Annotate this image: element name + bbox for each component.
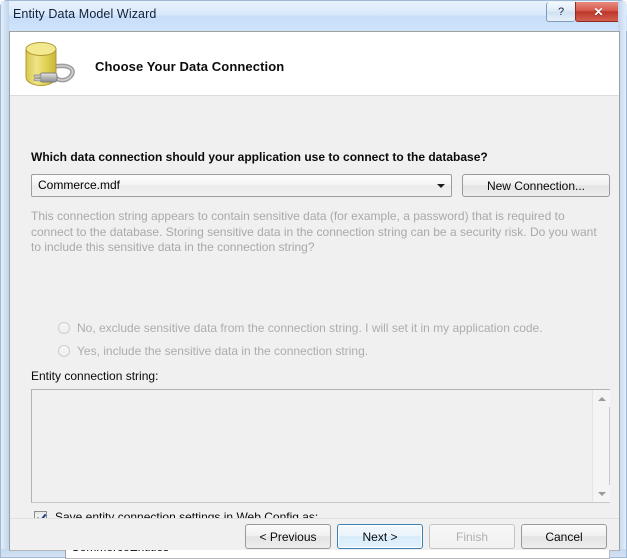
radio-include-sensitive-data[interactable]: Yes, include the sensitive data in the c…: [58, 344, 368, 358]
cancel-button[interactable]: Cancel: [521, 524, 607, 549]
textarea-scrollbar[interactable]: [592, 390, 610, 502]
database-connection-icon: [20, 37, 90, 91]
chevron-down-icon[interactable]: [431, 176, 450, 195]
page-title: Choose Your Data Connection: [95, 59, 285, 74]
title-bar[interactable]: Entity Data Model Wizard ? ✕: [1, 1, 627, 31]
entity-connection-string-label: Entity connection string:: [31, 369, 159, 383]
title-bar-buttons: ? ✕: [546, 2, 622, 22]
previous-button[interactable]: < Previous: [245, 524, 331, 549]
scroll-up-arrow-icon[interactable]: [593, 390, 610, 407]
window-title: Entity Data Model Wizard: [13, 7, 157, 21]
connection-prompt-label: Which data connection should your applic…: [31, 150, 488, 164]
entity-connection-string-textarea[interactable]: [31, 389, 610, 503]
wizard-header: Choose Your Data Connection: [10, 32, 619, 96]
wizard-window: Entity Data Model Wizard ? ✕ Choose Your…: [0, 0, 627, 559]
radio-icon[interactable]: [58, 345, 70, 357]
close-icon: ✕: [593, 4, 604, 19]
radio-include-label: Yes, include the sensitive data in the c…: [77, 344, 369, 358]
scroll-down-arrow-icon[interactable]: [593, 485, 610, 502]
data-connection-value: Commerce.mdf: [38, 178, 121, 192]
next-button[interactable]: Next >: [337, 524, 423, 549]
new-connection-button[interactable]: New Connection...: [462, 174, 610, 197]
dialog-client-area: Choose Your Data Connection Which data c…: [9, 31, 620, 559]
radio-exclude-sensitive-data[interactable]: No, exclude sensitive data from the conn…: [58, 321, 543, 335]
help-button[interactable]: ?: [546, 2, 575, 22]
wizard-body: Which data connection should your applic…: [10, 96, 619, 559]
data-connection-combobox[interactable]: Commerce.mdf: [31, 174, 452, 197]
radio-icon[interactable]: [58, 322, 70, 334]
finish-button: Finish: [429, 524, 515, 549]
radio-exclude-label: No, exclude sensitive data from the conn…: [77, 321, 543, 335]
close-button[interactable]: ✕: [575, 2, 622, 22]
sensitive-data-info: This connection string appears to contai…: [31, 209, 597, 254]
window-frame-left: [1, 1, 9, 557]
dialog-footer: < Previous Next > Finish Cancel: [10, 518, 619, 550]
question-mark-icon: ?: [557, 5, 565, 18]
